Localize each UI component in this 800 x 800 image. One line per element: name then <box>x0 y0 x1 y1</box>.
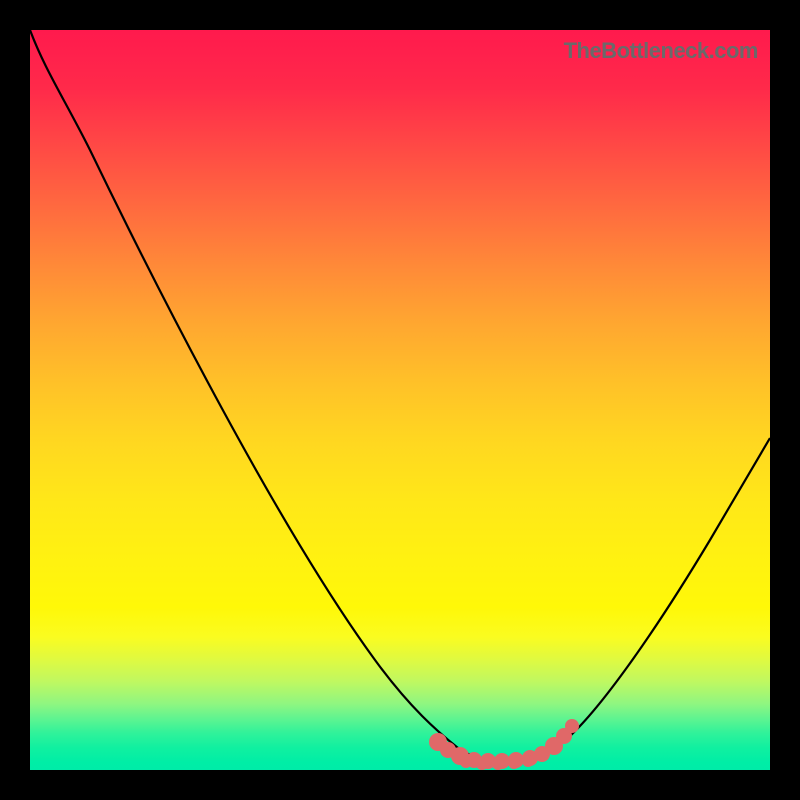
bottleneck-curve <box>30 30 770 760</box>
plot-area: TheBottleneck.com <box>30 30 770 770</box>
chart-frame: TheBottleneck.com <box>0 0 800 800</box>
curve-layer <box>30 30 770 770</box>
optimum-band <box>429 719 579 770</box>
